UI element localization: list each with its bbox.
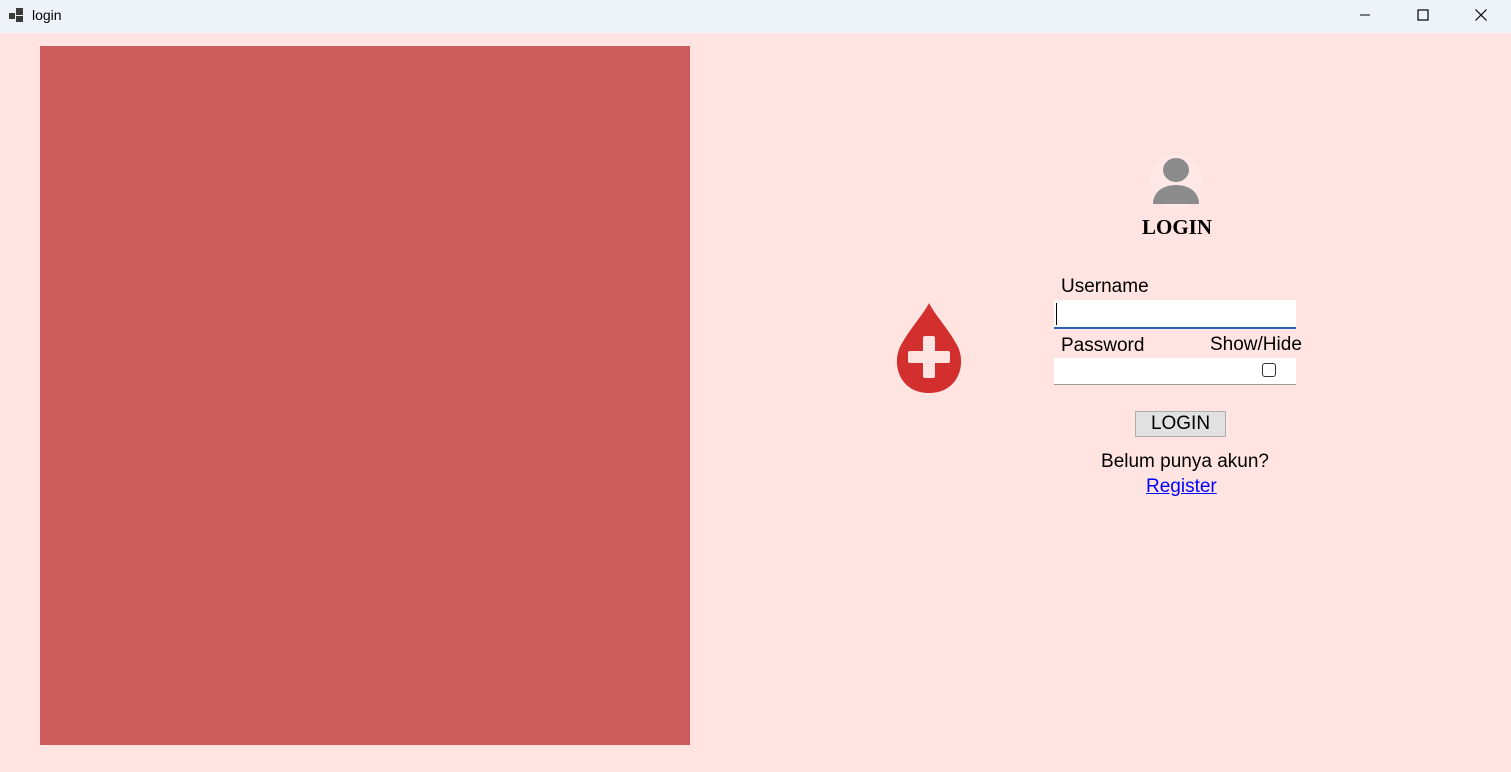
show-hide-label: Show/Hide: [1210, 334, 1302, 355]
close-icon: [1475, 9, 1487, 21]
title-bar[interactable]: login: [0, 0, 1511, 33]
text-caret: [1056, 303, 1057, 325]
show-hide-checkbox[interactable]: [1262, 363, 1276, 377]
maximize-button[interactable]: [1394, 0, 1452, 30]
no-account-text: Belum punya akun?: [1101, 451, 1269, 472]
username-input[interactable]: [1054, 300, 1296, 329]
password-input[interactable]: [1054, 358, 1296, 385]
maximize-icon: [1417, 9, 1429, 21]
login-title: LOGIN: [1141, 215, 1212, 239]
username-label: Username: [1061, 276, 1149, 297]
minimize-button[interactable]: [1336, 0, 1394, 30]
minimize-icon: [1360, 14, 1370, 16]
window-title: login: [32, 7, 62, 23]
login-button[interactable]: LOGIN: [1135, 411, 1226, 437]
login-window: login LOGIN Username Password Show/Hide …: [0, 0, 1511, 772]
password-label: Password: [1061, 335, 1145, 356]
register-link[interactable]: Register: [1146, 476, 1217, 498]
blood-donation-icon: [896, 303, 962, 393]
left-image-panel: [40, 46, 690, 745]
user-icon: [1149, 154, 1203, 208]
close-button[interactable]: [1452, 0, 1510, 30]
app-icon: [9, 8, 23, 22]
